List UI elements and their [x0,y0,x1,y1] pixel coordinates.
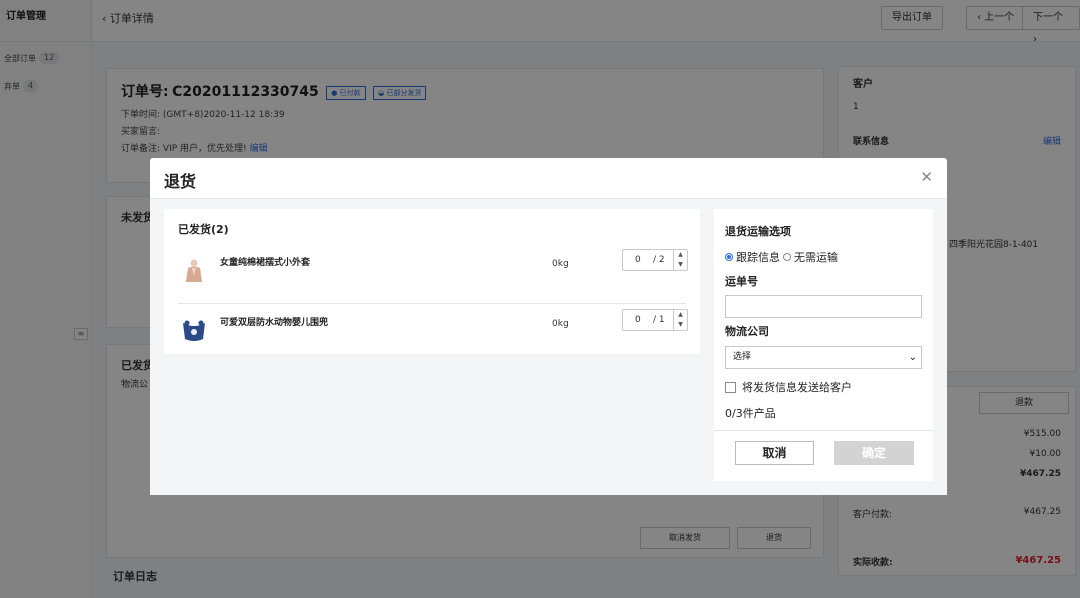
notify-customer-checkbox[interactable] [725,381,736,393]
return-modal: 退货 ✕ 已发货(2) 女童纯棉裙摆式小外套 0kg 0 / 2 ▲ ▼ 可爱双… [150,158,947,495]
quantity-stepper[interactable]: 0 / 1 ▲ ▼ [622,309,688,331]
notify-customer-label[interactable]: 将发货信息发送给客户 [742,379,852,395]
modal-body: 已发货(2) 女童纯棉裙摆式小外套 0kg 0 / 2 ▲ ▼ 可爱双层防水动物… [150,198,947,495]
app-root: 订单管理 全部订单 12 弃单 4 ≡ ‹ 订单详情 导出订单 ‹ 上一个 下一… [0,0,1080,598]
quantity-max: / 2 [653,255,665,265]
radio-tracking[interactable] [725,253,733,261]
carrier-select[interactable]: 选择 ⌄ [725,346,922,369]
close-icon[interactable]: ✕ [920,168,933,186]
option-tracking-label[interactable]: 跟踪信息 [736,249,780,265]
shipped-items-header: 已发货(2) [178,223,229,236]
quantity-stepper[interactable]: 0 / 2 ▲ ▼ [622,249,688,271]
return-shipping-panel: 退货运输选项 跟踪信息 无需运输 运单号 物流公司 选择 ⌄ 将发货信息发送给客… [714,209,933,481]
modal-title: 退货 [164,172,197,191]
cancel-button[interactable]: 取消 [735,441,814,465]
increment-icon[interactable]: ▲ [674,250,687,260]
product-count: 0/3件产品 [725,407,776,420]
quantity-value[interactable]: 0 [635,255,641,265]
product-row: 可爱双层防水动物婴儿围兜 0kg 0 / 1 ▲ ▼ [178,309,688,359]
divider [178,303,686,304]
product-row: 女童纯棉裙摆式小外套 0kg 0 / 2 ▲ ▼ [178,249,688,299]
divider [714,430,933,431]
stepper-arrows: ▲ ▼ [673,310,687,330]
product-name: 女童纯棉裙摆式小外套 [220,258,311,268]
option-no-shipping-label[interactable]: 无需运输 [794,249,838,265]
confirm-button[interactable]: 确定 [834,441,914,465]
product-thumbnail [180,257,208,285]
product-weight: 0kg [552,259,569,269]
radio-no-shipping[interactable] [783,253,791,261]
decrement-icon[interactable]: ▼ [674,320,687,330]
decrement-icon[interactable]: ▼ [674,260,687,270]
quantity-max: / 1 [653,315,665,325]
chevron-down-icon: ⌄ [908,352,917,363]
stepper-arrows: ▲ ▼ [673,250,687,270]
tracking-number-input[interactable] [725,295,922,318]
bib-icon [183,320,205,341]
shipped-items-panel: 已发货(2) 女童纯棉裙摆式小外套 0kg 0 / 2 ▲ ▼ 可爱双层防水动物… [164,209,700,354]
product-thumbnail [180,317,208,345]
increment-icon[interactable]: ▲ [674,310,687,320]
shipping-option-group: 跟踪信息 无需运输 [725,249,838,265]
notify-customer-row: 将发货信息发送给客户 [725,379,852,395]
carrier-selected-value: 选择 [733,352,752,362]
carrier-label: 物流公司 [725,325,769,338]
quantity-value[interactable]: 0 [635,315,641,325]
product-name: 可爱双层防水动物婴儿围兜 [220,318,329,328]
jacket-icon [186,259,202,282]
tracking-number-label: 运单号 [725,275,758,288]
shipping-options-label: 退货运输选项 [725,225,791,238]
product-weight: 0kg [552,319,569,329]
